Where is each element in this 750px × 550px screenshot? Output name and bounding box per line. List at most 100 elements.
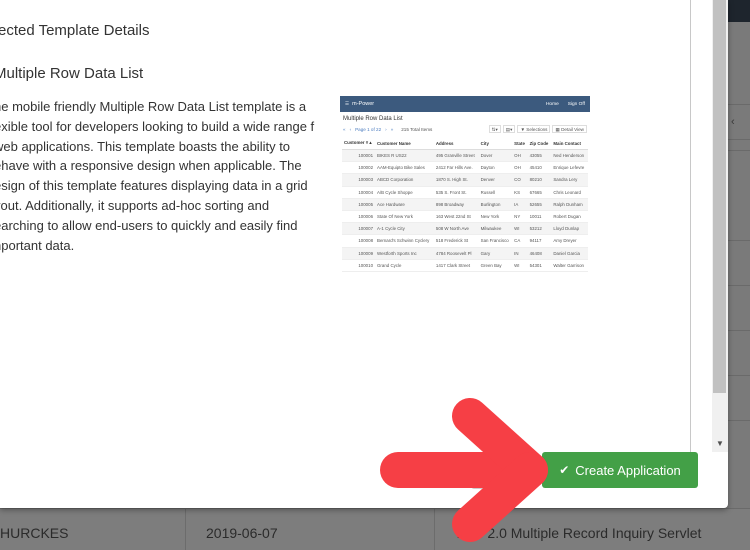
preview-table-cell: 46408 xyxy=(527,247,552,260)
create-application-button[interactable]: ✔ Create Application xyxy=(542,452,698,488)
preview-table-cell: 100006 xyxy=(342,210,376,224)
preview-table-cell: WI xyxy=(512,222,528,236)
preview-table-cell: ABCD Corporation xyxy=(375,173,434,187)
preview-table-cell: 100003 xyxy=(342,173,376,187)
preview-table-cell: IN xyxy=(512,247,528,260)
preview-table-cell: Dayton xyxy=(478,161,513,175)
background-cell-template: Web 2.0 Multiple Record Inquiry Servlet xyxy=(455,525,702,541)
prev-page-icon: ‹ xyxy=(349,126,352,132)
preview-table-cell: KS xyxy=(512,186,528,199)
preview-table-cell: Dover xyxy=(478,149,513,163)
check-icon: ✔ xyxy=(559,463,570,477)
preview-table-cell: WI xyxy=(512,259,528,272)
preview-table-cell: 1417 Clark Street xyxy=(433,259,479,272)
preview-table-cell: IA xyxy=(512,198,528,211)
preview-table-cell: 163 West 22nd St xyxy=(433,210,479,224)
preview-table-row: 100006 State Of New York 163 West 22nd St N… xyxy=(342,210,588,224)
preview-column-header: Customer Name xyxy=(375,137,434,150)
preview-title: Multiple Row Data List xyxy=(343,116,403,122)
preview-column-header: Main Contact xyxy=(551,137,588,150)
scroll-down-icon[interactable]: ▼ xyxy=(712,438,728,450)
preview-brand: m-Power xyxy=(352,101,375,107)
cancel-button[interactable] xyxy=(471,453,533,489)
preview-nav-home: Home xyxy=(545,101,559,107)
next-page-icon: › xyxy=(385,126,387,132)
modal-body-border xyxy=(690,0,691,452)
preview-table-cell: Russell xyxy=(478,186,513,199)
preview-table-row: 100002 AAM-Equipto Bike Sales 2412 Far Hil… xyxy=(342,161,588,175)
preview-table-cell: 45410 xyxy=(527,161,552,175)
preview-navbar: ☰ m-Power Home Sign Off xyxy=(340,96,590,112)
preview-table-cell: Amy Dreyer xyxy=(551,234,588,248)
preview-table-cell: NY xyxy=(512,210,528,224)
preview-table-row: 100007 A-1 Cycle City 508 W North Ave Milwa… xyxy=(342,222,588,236)
last-page-icon: » xyxy=(390,126,394,132)
preview-table-cell: San Francisco xyxy=(478,234,513,248)
preview-column-header: State xyxy=(512,137,528,150)
template-name: Multiple Row Data List xyxy=(0,65,144,82)
scrollbar-thumb[interactable] xyxy=(713,0,726,393)
preview-table-cell: Lloyd Dunlap xyxy=(551,222,588,236)
template-description: he mobile friendly Multiple Row Data Lis… xyxy=(0,99,315,253)
preview-table-row: 100010 Grand Cycle 1417 Clark Street Green … xyxy=(342,259,588,272)
preview-table-cell: Daniel Garcia xyxy=(551,247,588,260)
preview-table-cell: AAM-Equipto Bike Sales xyxy=(375,161,434,175)
preview-table-cell: Burlington xyxy=(478,198,513,211)
sort-button: ⇅▾ xyxy=(488,125,501,133)
total-items: 215 Total Items xyxy=(401,126,433,132)
preview-table-cell: 10011 xyxy=(527,210,552,224)
chevron-left-icon[interactable]: ‹ xyxy=(731,116,735,128)
preview-table-cell: OH xyxy=(512,161,528,175)
preview-column-header: City xyxy=(478,137,513,150)
preview-table: Customer # ▴ Customer Name Address City Stat… xyxy=(342,137,588,272)
preview-table-row: 100008 Bernard's Schwinn Cyclery 518 Frede… xyxy=(342,234,588,248)
selections-button: ▼ Selections xyxy=(517,125,551,133)
preview-table-cell: 100010 xyxy=(342,259,376,272)
preview-table-cell: State Of New York xyxy=(375,210,434,224)
template-details-modal: ected Template Details Multiple Row Data… xyxy=(0,0,728,508)
preview-table-cell: 53212 xyxy=(527,222,552,236)
preview-table-cell: Ralph Dunham xyxy=(551,198,588,211)
preview-table-cell: 67665 xyxy=(527,186,552,199)
create-application-label: Create Application xyxy=(575,462,681,478)
preview-table-cell: 1870 S. High St. xyxy=(433,173,479,187)
preview-table-cell: 100008 xyxy=(342,234,376,248)
preview-table-row: 100004 A/B Cycle Shoppe 535 S. Front St. Ru… xyxy=(342,186,588,199)
preview-table-row: 100001 BIKES R US22 495 Granville Street Do… xyxy=(342,149,588,163)
preview-table-cell: CA xyxy=(512,234,528,248)
modal-scrollbar[interactable]: ▼ xyxy=(712,0,728,452)
background-table-row: HURCKES 2019-06-07 Web 2.0 Multiple Reco… xyxy=(0,508,750,550)
preview-table-cell: OH xyxy=(512,149,528,163)
preview-table-cell: 100007 xyxy=(342,222,376,236)
first-page-icon: « xyxy=(343,126,346,132)
preview-table-cell: 898 Broadway xyxy=(433,198,479,211)
preview-table-cell: 2412 Far Hills Ave. xyxy=(433,161,479,175)
preview-table-cell: Chris Leonard xyxy=(551,186,588,199)
detail-view-button: ▦ Detail View xyxy=(552,125,587,133)
preview-table-cell: 4784 Roosevelt Pl xyxy=(433,247,479,260)
preview-table-cell: 508 W North Ave xyxy=(433,222,479,236)
preview-table-cell: 52655 xyxy=(527,198,552,211)
preview-table-cell: Ned Henderson xyxy=(551,149,588,163)
preview-table-cell: Ace Hardware xyxy=(375,198,434,211)
background-side-panel xyxy=(728,22,750,550)
preview-column-header: Customer # ▴ xyxy=(342,137,376,150)
background-cell-date: 2019-06-07 xyxy=(186,509,435,550)
preview-table-cell: BIKES R US22 xyxy=(375,149,434,163)
section-title: ected Template Details xyxy=(0,22,150,39)
preview-column-header: Address xyxy=(433,137,479,150)
preview-table-cell: Robert Dugan xyxy=(551,210,588,224)
preview-column-header: Zip Code xyxy=(527,137,552,150)
export-button: ▤▾ xyxy=(502,125,516,133)
preview-table-cell: Walter Garrison xyxy=(551,259,588,272)
preview-table-cell: Enrique Lefevre xyxy=(551,161,588,175)
preview-table-cell: Westforth Sports Inc xyxy=(375,247,434,260)
preview-table-cell: CO xyxy=(512,173,528,187)
preview-table-row: 100005 Ace Hardware 898 Broadway Burlington… xyxy=(342,198,588,211)
preview-table-cell: 100005 xyxy=(342,198,376,211)
preview-table-cell: A-1 Cycle City xyxy=(375,222,434,236)
preview-table-cell: 100004 xyxy=(342,186,376,199)
preview-table-cell: Green Bay xyxy=(478,259,513,272)
preview-table-cell: Bernard's Schwinn Cyclery xyxy=(375,234,434,248)
preview-nav-signoff: Sign Off xyxy=(567,101,585,107)
